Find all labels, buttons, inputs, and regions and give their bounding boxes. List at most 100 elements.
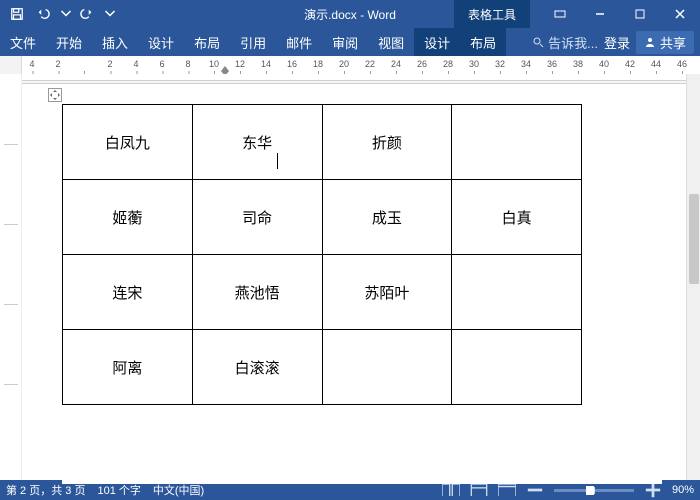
ruler-tick: 34	[521, 59, 531, 69]
horizontal-ruler[interactable]: 4224681012141618202224262830323436384042…	[22, 56, 700, 74]
ruler-tick: 16	[287, 59, 297, 69]
tab-home[interactable]: 开始	[46, 28, 92, 56]
quick-access-toolbar	[0, 3, 116, 25]
ruler-tick: 42	[625, 59, 635, 69]
vertical-ruler[interactable]	[0, 74, 22, 480]
page-break-indicator	[22, 80, 700, 84]
redo-button[interactable]	[76, 3, 98, 25]
table-cell[interactable]	[452, 105, 582, 180]
table-cell[interactable]: 姬蘅	[63, 180, 193, 255]
ruler-tick: 8	[185, 59, 190, 69]
save-button[interactable]	[6, 3, 28, 25]
qat-customize-icon[interactable]	[104, 8, 116, 20]
ruler-tick: 38	[573, 59, 583, 69]
ruler-tick: 10	[209, 59, 219, 69]
ruler-tick: 14	[261, 59, 271, 69]
table-row[interactable]: 白凤九 东华 折颜	[63, 105, 582, 180]
table-row[interactable]: 阿离 白滚滚	[63, 330, 582, 405]
ruler-tick: 4	[133, 59, 138, 69]
table-cell[interactable]: 阿离	[63, 330, 193, 405]
ruler-tick: 2	[107, 59, 112, 69]
undo-button[interactable]	[32, 3, 54, 25]
table-cell[interactable]: 折颜	[322, 105, 452, 180]
tab-table-design[interactable]: 设计	[414, 28, 460, 56]
table-cell[interactable]: 白滚滚	[192, 330, 322, 405]
ruler-tick: 28	[443, 59, 453, 69]
tab-mailings[interactable]: 邮件	[276, 28, 322, 56]
minimize-button[interactable]	[580, 0, 620, 28]
table-cell[interactable]: 东华	[192, 105, 322, 180]
ruler-tick: 22	[365, 59, 375, 69]
tab-layout[interactable]: 布局	[184, 28, 230, 56]
ruler-tick: 12	[235, 59, 245, 69]
table-cell[interactable]: 司命	[192, 180, 322, 255]
tab-references[interactable]: 引用	[230, 28, 276, 56]
document-workspace: 白凤九 东华 折颜 姬蘅 司命 成玉 白真 连宋 燕池悟 苏陌叶	[0, 74, 700, 480]
scrollbar-thumb[interactable]	[689, 194, 699, 284]
word-count[interactable]: 101 个字	[97, 482, 140, 498]
ruler-tick: 44	[651, 59, 661, 69]
zoom-center-tick	[594, 487, 595, 494]
zoom-in-button[interactable]	[644, 483, 662, 497]
window-title: 演示.docx - Word	[304, 6, 396, 23]
tab-design[interactable]: 设计	[138, 28, 184, 56]
zoom-level[interactable]: 90%	[672, 484, 694, 496]
table-cell[interactable]: 成玉	[322, 180, 452, 255]
maximize-button[interactable]	[620, 0, 660, 28]
vertical-scrollbar[interactable]	[686, 74, 700, 480]
tell-me-box[interactable]: 告诉我...	[532, 33, 598, 52]
read-mode-button[interactable]	[442, 483, 460, 497]
title-bar: 演示.docx - Word 表格工具	[0, 0, 700, 28]
ruler-tick: 32	[495, 59, 505, 69]
ruler-tick: 40	[599, 59, 609, 69]
share-button[interactable]: 共享	[636, 31, 694, 54]
text-cursor-icon	[277, 153, 278, 169]
tab-file[interactable]: 文件	[0, 28, 46, 56]
ribbon-display-button[interactable]	[540, 0, 580, 28]
ruler-corner	[0, 56, 22, 74]
ruler-tick: 36	[547, 59, 557, 69]
ruler-tick: 30	[469, 59, 479, 69]
table-row[interactable]: 姬蘅 司命 成玉 白真	[63, 180, 582, 255]
table-cell[interactable]: 白凤九	[63, 105, 193, 180]
tab-insert[interactable]: 插入	[92, 28, 138, 56]
ruler-tick: 6	[159, 59, 164, 69]
tab-stop-marker[interactable]	[218, 69, 226, 74]
table-cell[interactable]: 白真	[452, 180, 582, 255]
ruler-tick: 24	[391, 59, 401, 69]
ruler-tick: 4	[29, 59, 34, 69]
table-move-handle[interactable]	[48, 88, 62, 102]
content-table[interactable]: 白凤九 东华 折颜 姬蘅 司命 成玉 白真 连宋 燕池悟 苏陌叶	[62, 104, 582, 405]
tell-me-label: 告诉我...	[548, 33, 598, 52]
sign-in-link[interactable]: 登录	[604, 33, 630, 52]
ruler-tick: 20	[339, 59, 349, 69]
table-cell[interactable]	[452, 255, 582, 330]
tab-view[interactable]: 视图	[368, 28, 414, 56]
zoom-slider-thumb[interactable]	[586, 486, 594, 495]
undo-dropdown-icon[interactable]	[60, 8, 72, 20]
contextual-tools-label: 表格工具	[454, 0, 530, 28]
print-layout-button[interactable]	[470, 483, 488, 497]
ruler-tick: 26	[417, 59, 427, 69]
zoom-slider[interactable]	[554, 489, 634, 492]
share-label: 共享	[660, 33, 686, 52]
table-cell[interactable]	[322, 330, 452, 405]
table-cell[interactable]: 燕池悟	[192, 255, 322, 330]
window-controls	[540, 0, 700, 28]
table-cell[interactable]: 苏陌叶	[322, 255, 452, 330]
table-cell[interactable]	[452, 330, 582, 405]
tab-review[interactable]: 审阅	[322, 28, 368, 56]
table-row[interactable]: 连宋 燕池悟 苏陌叶	[63, 255, 582, 330]
ruler-tick: 18	[313, 59, 323, 69]
ruler-mark	[4, 224, 18, 225]
web-layout-button[interactable]	[498, 483, 516, 497]
horizontal-ruler-row: 4224681012141618202224262830323436384042…	[0, 56, 700, 74]
table-cell[interactable]: 连宋	[63, 255, 193, 330]
close-button[interactable]	[660, 0, 700, 28]
ruler-mark	[4, 384, 18, 385]
page-area[interactable]: 白凤九 东华 折颜 姬蘅 司命 成玉 白真 连宋 燕池悟 苏陌叶	[22, 74, 700, 480]
zoom-out-button[interactable]	[526, 483, 544, 497]
page-count[interactable]: 第 2 页，共 3 页	[6, 482, 85, 498]
language-status[interactable]: 中文(中国)	[153, 482, 204, 498]
tab-table-layout[interactable]: 布局	[460, 28, 506, 56]
